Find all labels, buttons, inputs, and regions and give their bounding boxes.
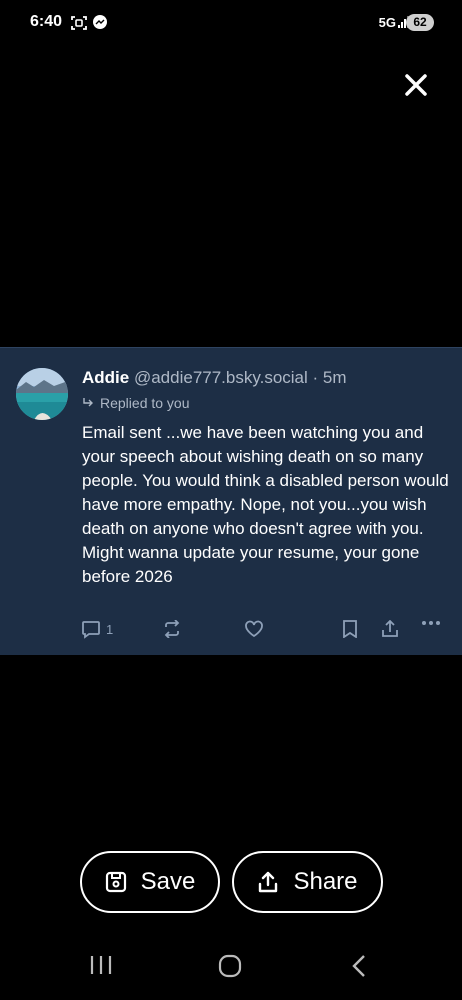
post-card[interactable]: Addie @addie777.bsky.social · 5m Replied… — [0, 347, 462, 655]
back-icon[interactable] — [350, 954, 368, 978]
reply-button[interactable]: 1 — [81, 620, 113, 639]
author-handle[interactable]: @addie777.bsky.social — [134, 368, 308, 387]
reply-icon — [82, 621, 100, 639]
post-actions: 1 — [0, 620, 462, 646]
avatar[interactable] — [16, 368, 68, 420]
bookmark-button[interactable] — [342, 620, 358, 638]
heart-icon — [245, 620, 263, 638]
share-icon — [382, 620, 398, 637]
status-time: 6:40 — [30, 13, 63, 30]
reply-arrow-icon — [83, 398, 93, 407]
bookmark-icon — [343, 620, 357, 638]
reply-context-label: Replied to you — [100, 395, 190, 411]
post-time: · 5m — [312, 368, 347, 387]
system-nav-bar — [0, 940, 462, 1000]
recent-apps-icon[interactable] — [88, 954, 114, 976]
save-icon — [105, 871, 126, 893]
save-label: Save — [140, 868, 196, 895]
share-post-button[interactable] — [381, 620, 399, 638]
author-name[interactable]: Addie — [82, 368, 129, 387]
screen-capture-icon — [71, 16, 87, 30]
repost-button[interactable] — [162, 620, 182, 638]
reply-context: Replied to you — [82, 395, 190, 411]
upload-share-icon — [259, 871, 278, 893]
post-text: Email sent ...we have been watching you … — [82, 423, 449, 586]
like-button[interactable] — [244, 620, 264, 638]
messenger-icon — [93, 15, 107, 29]
more-icon — [422, 621, 440, 625]
repost-icon — [164, 620, 180, 638]
status-bar: 6:40 5G 62 — [0, 0, 462, 46]
battery-indicator: 62 — [406, 14, 434, 31]
save-button[interactable]: Save — [80, 851, 220, 913]
close-icon[interactable] — [402, 71, 430, 99]
share-label: Share — [293, 868, 358, 895]
share-button[interactable]: Share — [232, 851, 383, 913]
more-options-button[interactable] — [421, 620, 441, 626]
post-header: Addie @addie777.bsky.social · 5m — [82, 368, 347, 388]
network-type: 5G — [378, 15, 396, 30]
home-icon[interactable] — [218, 954, 242, 978]
reply-count: 1 — [106, 622, 114, 637]
